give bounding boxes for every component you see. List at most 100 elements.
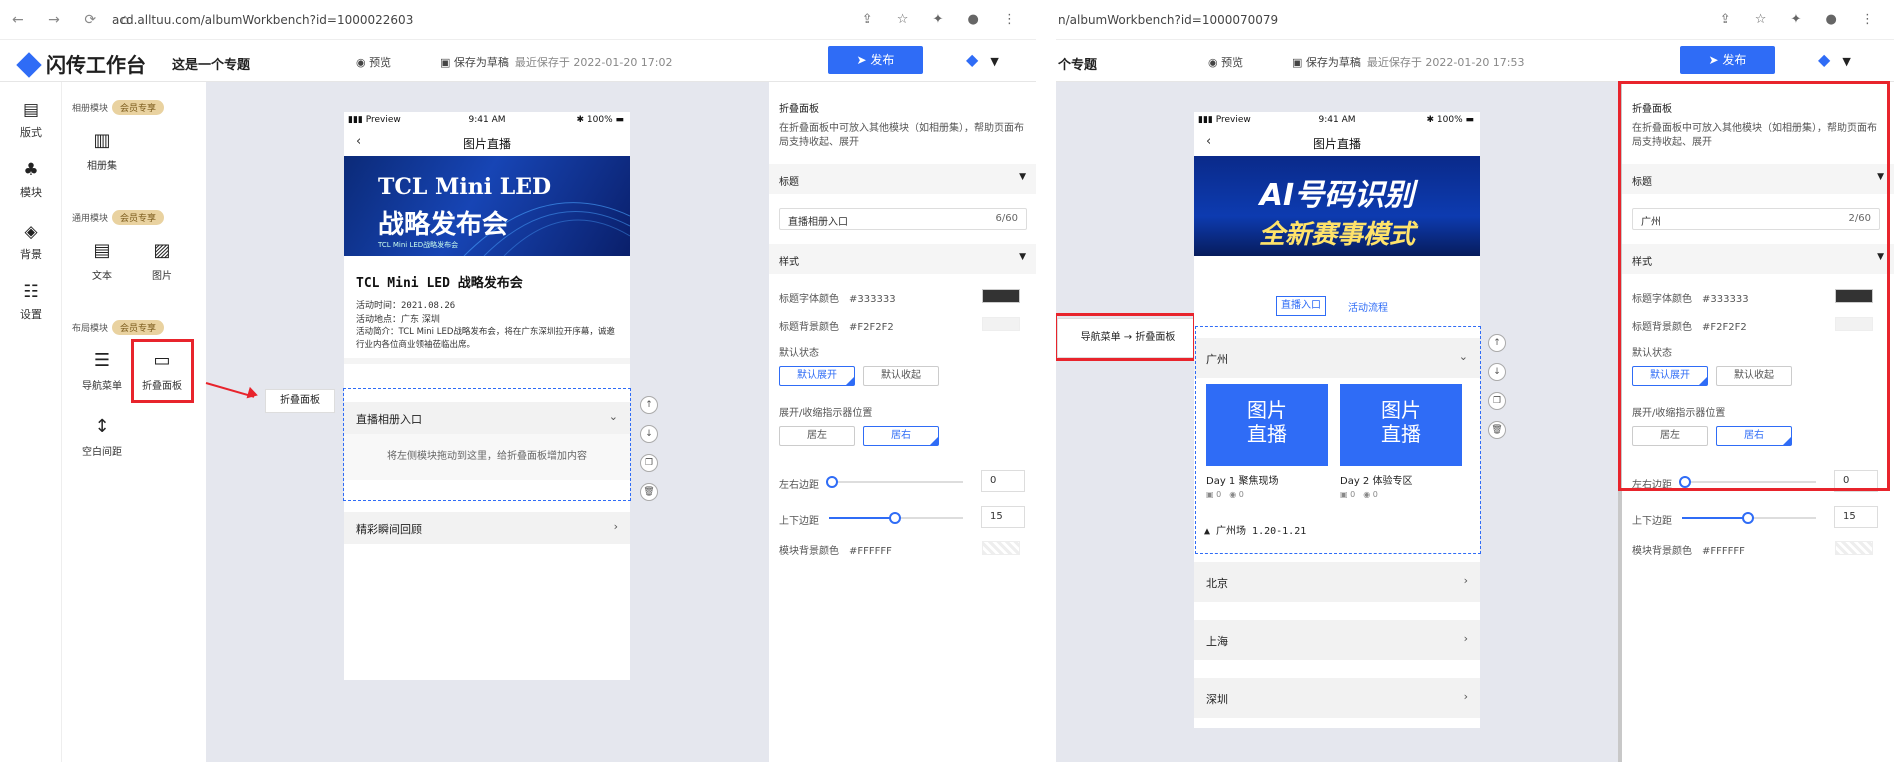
module-image[interactable]: ▨ 图片	[132, 240, 192, 282]
copy-icon[interactable]: ❐	[1488, 392, 1506, 410]
slider-handle[interactable]	[889, 512, 901, 524]
module-text[interactable]: ▤ 文本	[72, 240, 132, 282]
image-icon: ▨	[153, 240, 171, 261]
chevron-right-icon: ›	[1463, 690, 1468, 703]
delete-icon[interactable]: 🗑	[1488, 421, 1506, 439]
banner-image: AI号码识别 全新赛事模式	[1194, 156, 1480, 256]
banner-title-2: 战略发布会	[378, 210, 509, 240]
logo-text: 闪传工作台	[46, 53, 146, 77]
indicator-left-button[interactable]: 居左	[779, 426, 855, 446]
vip-badge: 会员专享	[112, 100, 165, 115]
event-desc: 活动简介：TCL Mini LED战略发布会，将在广东深圳拉开序幕，诚邀行业内各…	[356, 327, 615, 350]
battery-icon: ✱ 100% ▬	[576, 115, 624, 125]
album-set-icon: ▥	[93, 130, 111, 151]
accordion-highlights[interactable]: 精彩瞬间回顾 ›	[344, 512, 630, 544]
paint-bucket-icon: ◈	[24, 222, 38, 242]
lr-margin-label: 左右边距	[779, 480, 819, 491]
brand-menu[interactable]: ◆ ▼	[966, 50, 999, 69]
slider-handle[interactable]	[1742, 512, 1754, 524]
title-input[interactable]: 直播相册入口 6/60	[779, 208, 1027, 230]
publish-button[interactable]: ➤ 发布	[1680, 46, 1775, 74]
tb-margin-slider[interactable]	[1682, 512, 1816, 524]
accordion-beijing[interactable]: 北京 ›	[1194, 562, 1480, 602]
callout-label: 折叠面板	[265, 389, 335, 413]
banner-image: TCL Mini LED 战略发布会 TCL Mini LED战略发布会	[344, 156, 630, 256]
nav-background[interactable]: ◈ 背景	[0, 222, 62, 262]
nav-layout[interactable]: ▤ 版式	[0, 100, 62, 140]
accordion-shanghai[interactable]: 上海 ›	[1194, 620, 1480, 660]
font-color-swatch[interactable]	[982, 289, 1020, 303]
module-bg-swatch[interactable]	[982, 541, 1020, 555]
brand-diamond-icon: ◆	[1818, 50, 1831, 69]
tb-margin-input[interactable]: 15	[981, 506, 1025, 528]
accordion-shenzhen[interactable]: 深圳 ›	[1194, 678, 1480, 718]
layout-icon: ▤	[22, 100, 40, 120]
nav-modules[interactable]: ♣ 模块	[0, 160, 62, 200]
chevron-right-icon: ›	[613, 520, 618, 533]
selected-fold-panel[interactable]	[1195, 326, 1481, 554]
chevron-down-icon: ▼	[1842, 55, 1851, 68]
battery-icon: ✱ 100% ▬	[1426, 115, 1474, 125]
send-icon: ➤	[856, 53, 871, 67]
phone-status-bar: ▮▮▮ Preview 9:41 AM ✱ 100% ▬	[344, 112, 630, 128]
move-up-icon[interactable]: ↑	[1488, 334, 1506, 352]
lr-margin-input[interactable]: 0	[981, 470, 1025, 492]
font-color-label: 标题字体颜色 #333333	[779, 294, 896, 305]
collapse-default-button[interactable]: 默认收起	[863, 366, 939, 386]
brand-menu[interactable]: ◆ ▼	[1818, 50, 1851, 69]
tab-event-flow[interactable]: 活动流程	[1348, 299, 1388, 314]
preview-button[interactable]: ◉ 预览	[1208, 54, 1243, 70]
browser-action-icons[interactable]: ⇪ ☆ ✦ ● ⋮	[1720, 12, 1884, 27]
url-text[interactable]: acd.alltuu.com/albumWorkbench?id=1000022…	[112, 13, 413, 27]
saved-time: 最近保存于 2022-01-20 17:02	[514, 56, 673, 69]
highlight-callout	[1056, 313, 1196, 361]
browser-action-icons[interactable]: ⇪ ☆ ✦ ● ⋮	[862, 12, 1026, 27]
move-up-icon[interactable]: ↑	[640, 396, 658, 414]
expand-default-button[interactable]: 默认展开	[779, 366, 855, 386]
move-down-icon[interactable]: ↓	[640, 425, 658, 443]
banner-title-2: 全新赛事模式	[1258, 220, 1415, 250]
delete-icon[interactable]: 🗑	[640, 483, 658, 501]
event-time: 活动时间：2021.08.26	[356, 301, 456, 311]
module-album-set[interactable]: ▥ 相册集	[72, 130, 132, 172]
nav-settings[interactable]: ☷ 设置	[0, 282, 62, 322]
logo-icon	[16, 52, 42, 78]
tab-live-entry[interactable]: 直播入口	[1276, 296, 1326, 316]
slider-handle[interactable]	[826, 476, 838, 488]
copy-icon[interactable]: ❐	[640, 454, 658, 472]
banner-title-1: AI号码识别	[1259, 178, 1415, 213]
section-style[interactable]: 样式 ▼	[769, 244, 1036, 274]
left-screenshot: ← → ⟳ ⌂ acd.alltuu.com/albumWorkbench?id…	[0, 0, 1036, 762]
tb-margin-input[interactable]: 15	[1834, 506, 1878, 528]
save-draft-button[interactable]: ▣ 保存为草稿 最近保存于 2022-01-20 17:53	[1292, 54, 1525, 70]
module-nav-menu[interactable]: ☰ 导航菜单	[72, 350, 132, 392]
bg-color-swatch[interactable]	[982, 317, 1020, 331]
publish-button[interactable]: ➤ 发布	[828, 46, 923, 74]
draft-icon: ▣	[1292, 56, 1306, 69]
app-header: 闪传工作台 这是一个专题 ◉ 预览 ▣ 保存为草稿 最近保存于 2022-01-2…	[0, 40, 1036, 82]
banner-title-1: TCL Mini LED	[378, 174, 552, 200]
preview-button[interactable]: ◉ 预览	[356, 54, 391, 70]
selected-fold-panel[interactable]	[343, 388, 631, 501]
phone-title: 图片直播	[1312, 137, 1361, 151]
spacing-icon: ↕	[94, 416, 110, 437]
save-draft-button[interactable]: ▣ 保存为草稿 最近保存于 2022-01-20 17:02	[440, 54, 673, 70]
move-down-icon[interactable]: ↓	[1488, 363, 1506, 381]
page-title: 这是一个专题	[172, 58, 251, 73]
module-bg-label: 模块背景颜色 #FFFFFF	[779, 546, 892, 557]
module-blank-spacing[interactable]: ↕ 空白间距	[72, 416, 132, 458]
modules-icon: ♣	[23, 160, 39, 180]
page-title: 个专题	[1058, 58, 1098, 73]
red-arrowhead	[246, 386, 260, 402]
indicator-right-button[interactable]: 居右	[863, 426, 939, 446]
url-text[interactable]: n/albumWorkbench?id=1000070079	[1058, 13, 1278, 27]
right-screenshot: n/albumWorkbench?id=1000070079 ⇪ ☆ ✦ ● ⋮…	[1056, 0, 1894, 762]
module-bg-swatch[interactable]	[1835, 541, 1873, 555]
phone-status-bar: ▮▮▮ Preview 9:41 AM ✱ 100% ▬	[1194, 112, 1480, 128]
lr-margin-slider[interactable]	[826, 476, 963, 488]
draft-icon: ▣	[440, 56, 454, 69]
section-title[interactable]: 标题 ▼	[769, 164, 1036, 194]
bg-color-label: 标题背景颜色 #F2F2F2	[779, 322, 894, 333]
group-general: 通用模块 会员专享	[72, 210, 165, 225]
tb-margin-slider[interactable]	[829, 512, 963, 524]
